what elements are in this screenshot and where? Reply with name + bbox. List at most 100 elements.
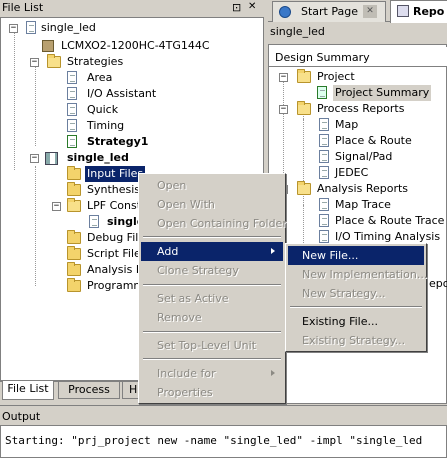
strategy-icon [67,119,77,132]
menu-label: Remove [157,311,202,324]
pin-icon[interactable]: ⊡ [232,1,241,14]
doc-icon [319,118,329,131]
menu-separator [143,284,281,286]
tab-file-list[interactable]: File List [2,381,54,400]
menu-item-properties[interactable]: Properties [141,383,283,402]
ide-window: File List ⊡ ✕ − single_led LCMXO2-1200HC… [0,0,447,458]
path-label: single_led [270,25,325,38]
strategy-icon [67,87,77,100]
menu-item-add[interactable]: Add [141,242,283,261]
folder-open-icon [297,181,311,195]
collapse-icon[interactable]: − [279,73,288,82]
clipped-text: epo [429,277,447,290]
implementation-icon [45,152,58,165]
summary-item-label: Map Trace [335,198,391,211]
design-summary-header: Design Summary [269,47,447,67]
submenu-item-existing-strategy[interactable]: Existing Strategy... [288,331,424,350]
folder-open-icon [297,101,311,115]
doc-icon [319,166,329,179]
tab-label: H [129,383,138,396]
folder-icon [67,182,81,196]
menu-item-include-for[interactable]: Include for [141,364,283,383]
output-title-text: Output [2,410,41,423]
collapse-icon[interactable]: − [279,105,288,114]
close-icon[interactable]: ✕ [248,1,256,12]
summary-item-label: Analysis Reports [317,182,409,195]
menu-label: Existing File... [302,315,378,328]
menu-separator [143,236,281,238]
submenu-item-existing-file[interactable]: Existing File... [288,312,424,331]
submenu-item-new-strategy[interactable]: New Strategy... [288,284,424,303]
summary-item-label: Project Summary [333,85,432,101]
menu-item-open[interactable]: Open [141,176,283,195]
submenu-item-new-implementation[interactable]: New Implementation... [288,265,427,284]
tab-start-page[interactable]: Start Page ✕ [272,1,386,22]
summary-item-label: Project [317,70,355,83]
menu-item-open-with[interactable]: Open With [141,195,283,214]
impl-item-label: Analysis Fi [87,263,145,276]
folder-icon [67,262,81,276]
menu-label: New Strategy... [302,287,386,300]
submenu-item-new-file[interactable]: New File... [288,246,424,265]
folder-icon [67,230,81,244]
doc-icon [319,134,329,147]
tab-start-page-label: Start Page [301,5,358,18]
context-menu: Open Open With Open Containing Folder Ad… [138,173,287,404]
strategy-label: Strategy1 [87,135,149,148]
output-console[interactable]: Starting: "prj_project new -name "single… [0,425,447,458]
menu-label: Set as Active [157,292,229,305]
strategy-label: I/O Assistant [87,87,157,100]
menu-label: Existing Strategy... [302,334,406,347]
menu-item-open-containing-folder[interactable]: Open Containing Folder [141,214,287,233]
strategy-icon [67,71,77,84]
strategy-checked-icon [67,135,77,148]
tree-strategies-label: Strategies [67,55,124,68]
impl-item-label: LPF Constr [87,199,146,212]
menu-label: Open [157,179,187,192]
submenu-arrow-icon [271,248,275,254]
strategy-label: Timing [87,119,125,132]
file-list-title-text: File List [2,1,44,14]
menu-item-clone-strategy[interactable]: Clone Strategy [141,261,283,280]
collapse-icon[interactable]: − [30,154,39,163]
strategy-label: Area [87,71,113,84]
menu-label: Include for [157,367,216,380]
menu-label: Open With [157,198,215,211]
project-file-icon [26,21,36,34]
menu-separator [290,306,422,308]
summary-item-label: Place & Route [335,134,412,147]
summary-item-label: Process Reports [317,102,405,115]
summary-item-label: JEDEC [335,166,369,179]
summary-item-label: Place & Route Trace [335,214,445,227]
menu-item-set-active[interactable]: Set as Active [141,289,283,308]
collapse-icon[interactable]: − [9,24,18,33]
chip-icon [42,40,54,52]
strategy-label: Quick [87,103,119,116]
impl-item-label: Input Files [83,165,147,183]
menu-separator [143,331,281,333]
tab-reports[interactable]: Repo [390,0,447,23]
folder-open-icon [67,198,81,212]
folder-icon [67,246,81,260]
tree-project-label: single_led [41,21,96,34]
collapse-icon[interactable]: − [52,202,61,211]
folder-icon [67,278,81,292]
tab-label: Process [68,383,110,396]
summary-item-label: Signal/Pad [335,150,393,163]
menu-item-remove[interactable]: Remove [141,308,283,327]
doc-icon [319,214,329,227]
tab-reports-label: Repo [413,5,445,18]
menu-item-set-top-level-unit[interactable]: Set Top-Level Unit [141,336,283,355]
menu-label: Add [157,245,179,258]
doc-icon [319,230,329,243]
tab-process[interactable]: Process [58,382,120,399]
impl-item-label: Debug File [87,231,146,244]
collapse-icon[interactable]: − [30,58,39,67]
folder-open-icon [297,69,311,83]
tab-label: File List [7,382,49,395]
doc-icon [319,198,329,211]
menu-label: Clone Strategy [157,264,239,277]
add-submenu: New File... New Implementation... New St… [285,243,427,352]
output-title: Output [0,405,447,425]
tab-close-icon[interactable]: ✕ [363,5,377,18]
